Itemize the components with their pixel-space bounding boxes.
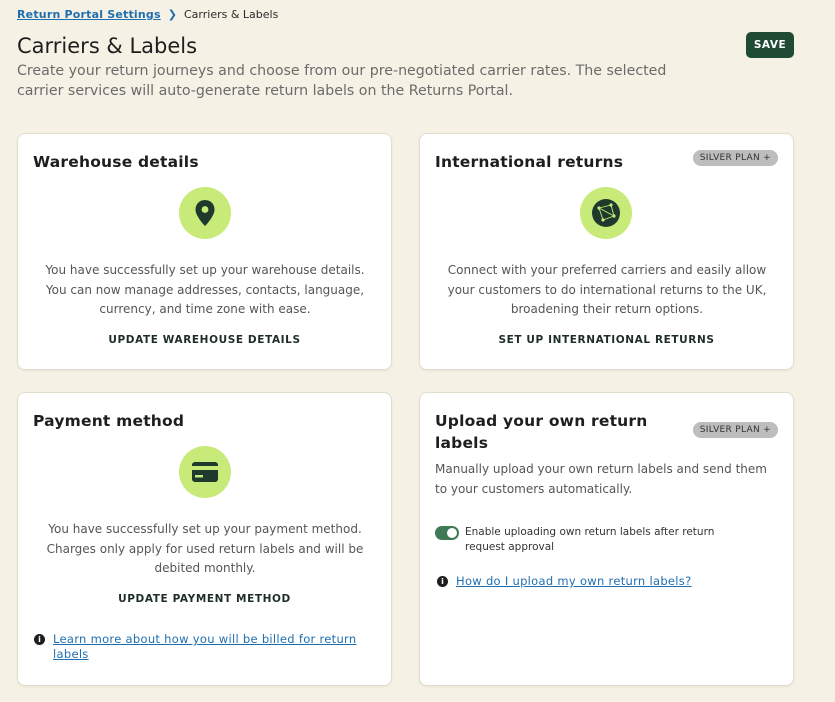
card-description: Manually upload your own return labels a…	[435, 462, 767, 496]
update-warehouse-details-link[interactable]: UPDATE WAREHOUSE DETAILS	[18, 334, 391, 346]
warehouse-details-card: Warehouse details You have successfully …	[17, 133, 392, 370]
info-icon: i	[437, 576, 448, 587]
international-returns-card: International returns SILVER PLAN + Conn…	[419, 133, 794, 370]
enable-upload-toggle[interactable]	[435, 526, 459, 540]
set-up-international-returns-link[interactable]: SET UP INTERNATIONAL RETURNS	[420, 334, 793, 346]
breadcrumb: Return Portal Settings ❯ Carriers & Labe…	[17, 8, 278, 21]
card-description: You have successfully set up your wareho…	[45, 263, 365, 316]
card-title: Warehouse details	[33, 153, 199, 171]
upload-toggle-row: Enable uploading own return labels after…	[435, 525, 780, 555]
card-description: Connect with your preferred carriers and…	[447, 263, 767, 316]
billing-info-link[interactable]: Learn more about how you will be billed …	[53, 632, 379, 662]
save-button[interactable]: SAVE	[746, 32, 794, 58]
upload-help-row: i How do I upload my own return labels?	[437, 574, 782, 589]
plan-badge: SILVER PLAN +	[692, 150, 778, 166]
credit-card-icon	[179, 446, 231, 498]
billing-info-row: i Learn more about how you will be bille…	[34, 632, 379, 662]
payment-method-card: Payment method You have successfully set…	[17, 392, 392, 686]
upload-help-link[interactable]: How do I upload my own return labels?	[456, 574, 691, 589]
card-title: International returns	[435, 153, 624, 171]
chevron-right-icon: ❯	[167, 8, 177, 21]
upload-return-labels-card: Upload your own return labels SILVER PLA…	[419, 392, 794, 686]
plan-badge: SILVER PLAN +	[692, 422, 778, 438]
card-title: Upload your own return labels	[435, 412, 648, 452]
location-pin-icon	[179, 187, 231, 239]
card-title: Payment method	[33, 412, 185, 430]
info-icon: i	[34, 634, 45, 645]
page-subtitle: Create your return journeys and choose f…	[17, 63, 667, 99]
breadcrumb-link-return-portal-settings[interactable]: Return Portal Settings	[17, 8, 161, 21]
globe-network-icon	[580, 187, 632, 239]
update-payment-method-link[interactable]: UPDATE PAYMENT METHOD	[18, 593, 391, 605]
card-description: You have successfully set up your paymen…	[46, 522, 364, 575]
breadcrumb-current: Carriers & Labels	[183, 8, 279, 21]
toggle-label: Enable uploading own return labels after…	[465, 526, 715, 553]
page-title: Carriers & Labels	[17, 34, 198, 58]
